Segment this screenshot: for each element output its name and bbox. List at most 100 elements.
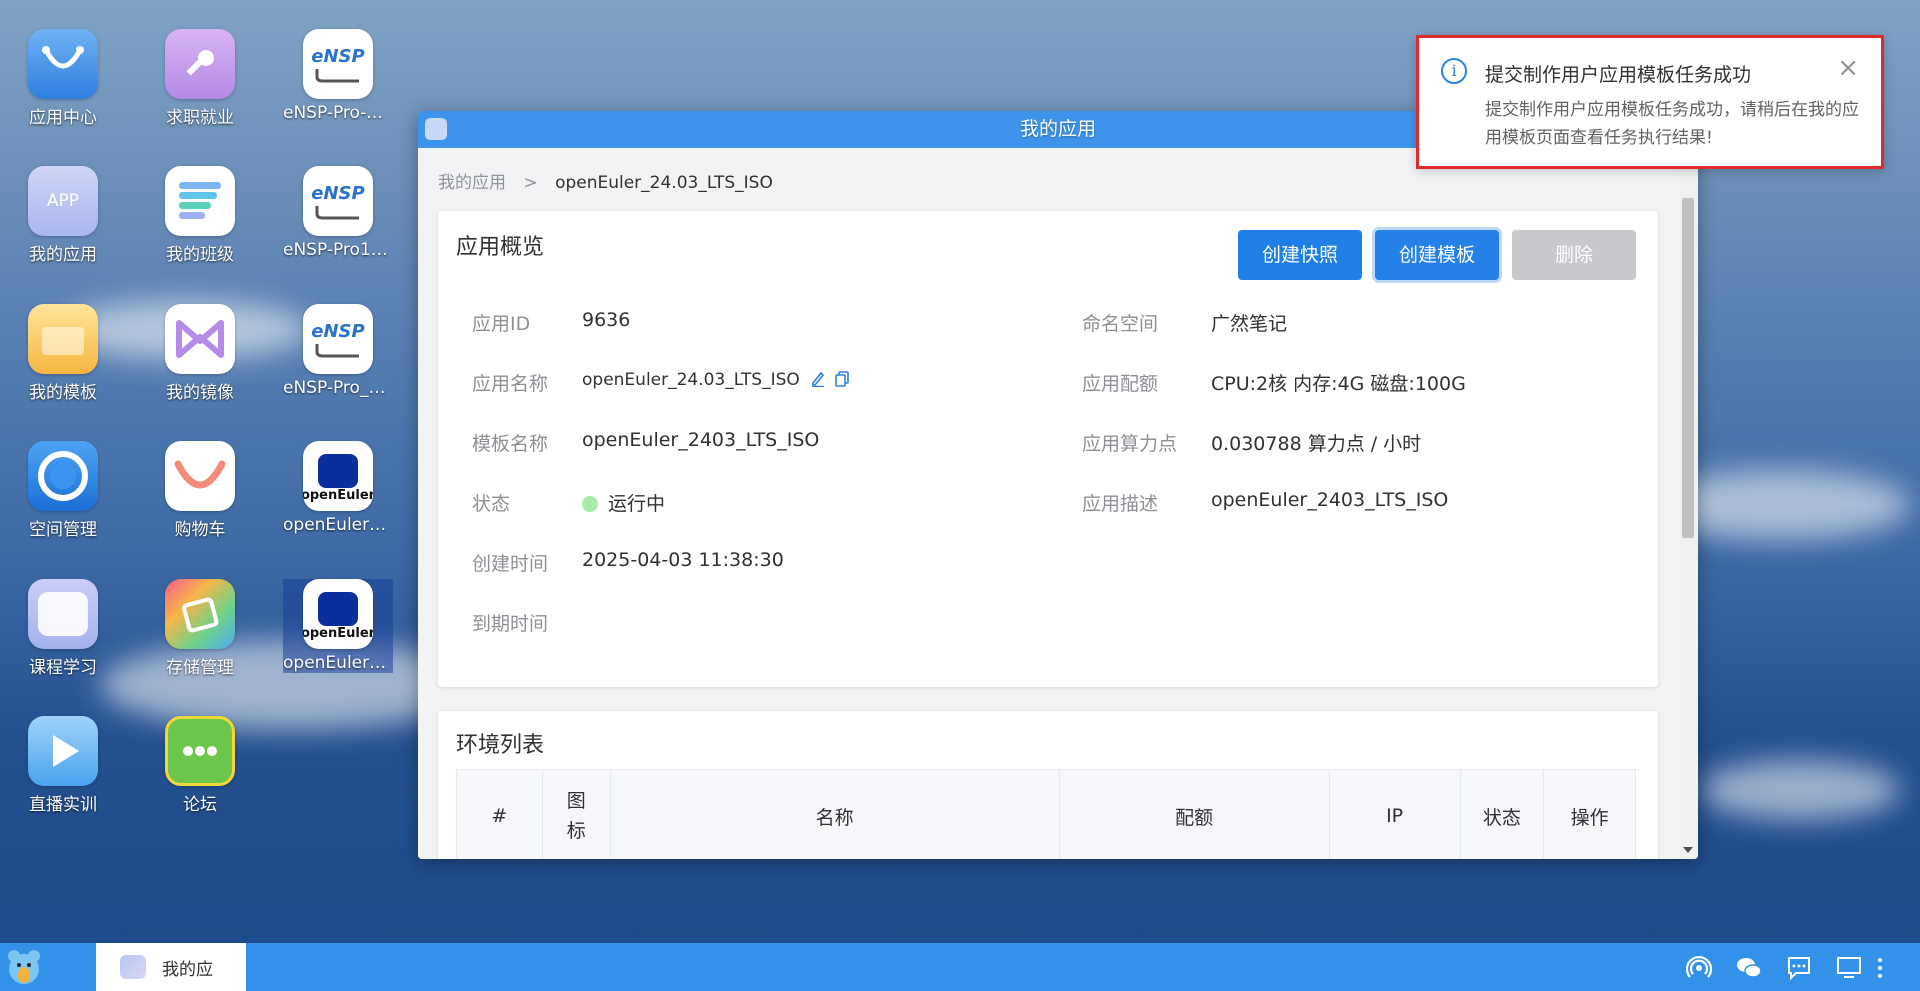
desktop-icon-label: 存储管理 — [166, 658, 234, 678]
window-scrollbar[interactable] — [1678, 148, 1698, 859]
column-header-text: 图标 — [566, 790, 586, 842]
field-value: 0.030788 算力点 / 小时 — [1211, 433, 1422, 455]
field-label: 应用ID — [472, 313, 531, 335]
copy-icon[interactable] — [834, 371, 849, 392]
desktop-icon-openeuler-2[interactable]: openEuler openEuler_2... — [283, 579, 393, 673]
wechat-icon[interactable] — [1736, 955, 1762, 981]
desktop-icon-label: 我的镜像 — [166, 383, 234, 403]
window-content: 我的应用 > openEuler_24.03_LTS_ISO 应用概览 创建快照… — [418, 148, 1678, 859]
storage-icon — [165, 579, 235, 649]
window-app-icon — [425, 118, 447, 140]
notification-toast: i 提交制作用户应用模板任务成功 × 提交制作用户应用模板任务成功，请稍后在我的… — [1416, 35, 1884, 169]
app-window: 我的应用 我的应用 > openEuler_24.03_LTS_ISO 应用概览… — [418, 111, 1698, 859]
openeuler-icon: openEuler — [303, 579, 373, 649]
desktop-icon-app-center[interactable]: 应用中心 — [8, 29, 118, 128]
openeuler-icon: openEuler — [303, 441, 373, 511]
monitor-icon[interactable] — [1836, 955, 1862, 981]
scrollbar-thumb[interactable] — [1682, 198, 1694, 538]
taskbar-item-label: 我的应 — [162, 960, 213, 980]
ensp-icon: eNSP — [303, 166, 373, 236]
create-snapshot-button[interactable]: 创建快照 — [1238, 230, 1362, 280]
desktop-icon-my-apps[interactable]: APP 我的应用 — [8, 166, 118, 265]
folder-icon — [28, 304, 98, 374]
field-label: 应用名称 — [472, 373, 549, 395]
desktop-icon-storage[interactable]: 存储管理 — [145, 579, 255, 678]
desktop-icon-label: 我的模板 — [29, 383, 97, 403]
space-icon — [28, 441, 98, 511]
ensp-logo-text: eNSP — [311, 45, 365, 67]
ensp-logo-text: eNSP — [311, 320, 365, 342]
field-label: 应用算力点 — [1082, 433, 1178, 455]
desktop-icon-label: 求职就业 — [166, 108, 234, 128]
key-icon — [165, 29, 235, 99]
env-list-title: 环境列表 — [456, 733, 545, 758]
field-value: openEuler_2403_LTS_ISO — [582, 429, 820, 451]
ensp-logo-text: eNSP — [311, 182, 365, 204]
notification-message: 提交制作用户应用模板任务成功，请稍后在我的应用模板页面查看任务执行结果! — [1485, 100, 1859, 148]
start-bear-icon[interactable] — [4, 947, 44, 987]
breadcrumb-parent[interactable]: 我的应用 — [438, 173, 506, 193]
ensp-icon: eNSP — [303, 29, 373, 99]
live-play-icon — [28, 716, 98, 786]
app-icon: APP — [28, 166, 98, 236]
openeuler-logo-text: openEuler — [303, 487, 373, 503]
field-value: 2025-04-03 11:38:30 — [582, 549, 784, 571]
column-header: 配额 — [1058, 769, 1330, 859]
chat-icon[interactable] — [1786, 955, 1812, 981]
desktop-icon-ensp-2[interactable]: eNSP eNSP-Pro1.2... — [283, 166, 393, 260]
desktop-icon-openeuler-1[interactable]: openEuler openEuler_2... — [283, 441, 393, 535]
scroll-down-arrow-icon[interactable] — [1683, 847, 1693, 853]
shopping-bag-icon — [28, 29, 98, 99]
env-list-card: 环境列表 # 图标 名称 配额 IP 状态 操作 — [438, 711, 1658, 859]
desktop-icon-label: 论坛 — [183, 795, 217, 815]
desktop-icon-label: 应用中心 — [29, 108, 97, 128]
field-value: 广然笔记 — [1211, 313, 1288, 335]
desktop-icon-label: 空间管理 — [29, 520, 97, 540]
desktop-icon-label: 直播实训 — [29, 795, 97, 815]
status-dot-icon — [582, 496, 598, 512]
delete-button[interactable]: 删除 — [1512, 230, 1636, 280]
desktop-icon-my-images[interactable]: 我的镜像 — [145, 304, 255, 403]
desktop-icon-my-templates[interactable]: 我的模板 — [8, 304, 118, 403]
column-header: IP — [1328, 769, 1461, 859]
desktop-icon-label: eNSP-Pro_v1... — [283, 378, 393, 398]
class-list-icon — [165, 166, 235, 236]
cloud — [1700, 760, 1900, 820]
field-value: CPU:2核 内存:4G 磁盘:100G — [1211, 373, 1466, 395]
column-header: # — [456, 769, 543, 859]
desktop-icon-live[interactable]: 直播实训 — [8, 716, 118, 815]
close-icon[interactable]: × — [1837, 55, 1859, 81]
course-icon — [28, 579, 98, 649]
column-header: 操作 — [1543, 769, 1636, 859]
forum-chat-icon — [165, 716, 235, 786]
field-value: openEuler_24.03_LTS_ISO — [582, 370, 849, 392]
desktop-icon-ensp-1[interactable]: eNSP eNSP-Pro-v1... — [283, 29, 393, 123]
field-label: 应用配额 — [1082, 373, 1159, 395]
ensp-icon: eNSP — [303, 304, 373, 374]
broadcast-icon[interactable] — [1685, 955, 1713, 981]
desktop-icon-label: eNSP-Pro1.2... — [283, 240, 393, 260]
create-template-button[interactable]: 创建模板 — [1375, 230, 1499, 280]
app-name-value: openEuler_24.03_LTS_ISO — [582, 370, 800, 390]
overview-card: 应用概览 创建快照 创建模板 删除 应用ID 9636 应用名称 openEul… — [438, 211, 1658, 687]
more-icon[interactable] — [1876, 955, 1888, 981]
taskbar-item-my-apps[interactable]: 我的应 — [96, 943, 246, 991]
breadcrumb: 我的应用 > openEuler_24.03_LTS_ISO — [438, 168, 773, 193]
desktop-icon-jobs[interactable]: 求职就业 — [145, 29, 255, 128]
desktop-icon-course[interactable]: 课程学习 — [8, 579, 118, 678]
notification-title: 提交制作用户应用模板任务成功 — [1485, 64, 1752, 86]
desktop-icon-label: 我的班级 — [166, 245, 234, 265]
desktop-icon-forum[interactable]: 论坛 — [145, 716, 255, 815]
desktop-icon-ensp-3[interactable]: eNSP eNSP-Pro_v1... — [283, 304, 393, 398]
desktop-icon-cart[interactable]: 购物车 — [145, 441, 255, 540]
desktop-icon-label: 购物车 — [174, 520, 226, 540]
field-label: 到期时间 — [472, 613, 549, 635]
env-table: # 图标 名称 配额 IP 状态 操作 — [456, 769, 1636, 859]
desktop-icon-space-manage[interactable]: 空间管理 — [8, 441, 118, 540]
desktop-icon-label: eNSP-Pro-v1... — [283, 103, 393, 123]
edit-icon[interactable] — [811, 371, 825, 392]
openeuler-logo-text: openEuler — [303, 625, 373, 641]
status-value: 运行中 — [582, 489, 665, 516]
taskbar: 我的应 — [0, 943, 1920, 991]
desktop-icon-my-class[interactable]: 我的班级 — [145, 166, 255, 265]
